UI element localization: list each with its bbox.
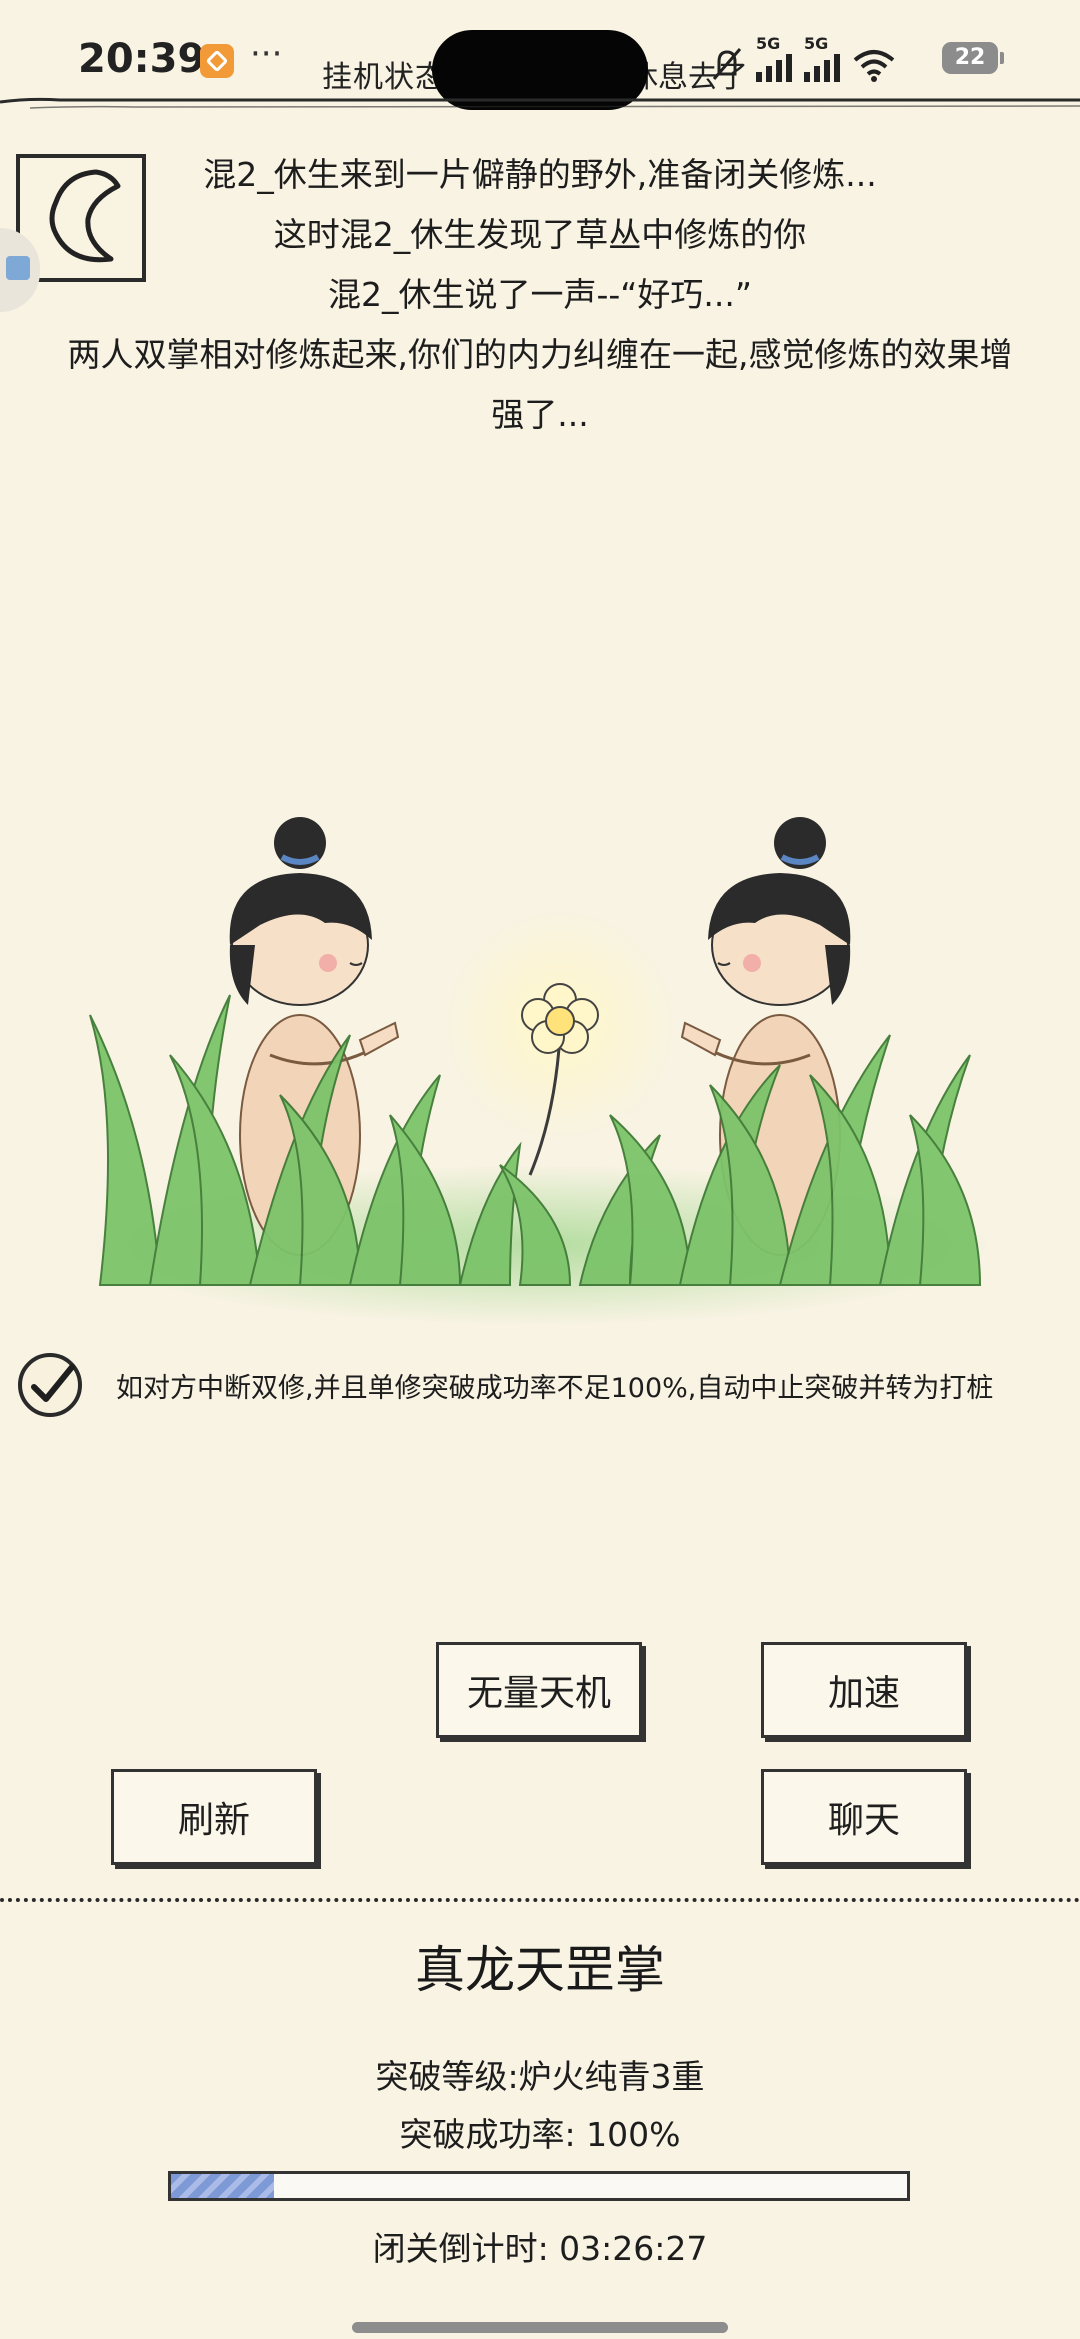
app-notification-icon: [200, 44, 234, 78]
signal-2-icon: 5G: [804, 34, 840, 82]
auto-stop-option[interactable]: 如对方中断双修,并且单修突破成功率不足100%,自动中止突破并转为打桩: [18, 1352, 993, 1418]
status-icons: 5G 5G: [710, 32, 896, 82]
battery-icon: 22: [942, 42, 1004, 74]
dual-cultivation-illustration: [89, 817, 990, 1325]
status-time: 20:39: [78, 36, 206, 82]
story-line: 混2_休生说了一声--“好巧...”: [328, 275, 752, 314]
chat-button[interactable]: 聊天: [761, 1769, 967, 1865]
signal-1-icon: 5G: [756, 34, 792, 82]
story-line: 混2_休生来到一片僻静的野外,准备闭关修炼...: [203, 155, 877, 194]
wifi-icon: [853, 50, 895, 82]
auto-stop-checkbox[interactable]: [18, 1353, 82, 1417]
story-line: 这时混2_休生发现了草丛中修炼的你: [273, 215, 807, 254]
breakthrough-level: 突破等级:炉火纯青3重: [375, 2057, 705, 2096]
header-title-left: 挂机状态: [322, 60, 446, 95]
speed-up-button[interactable]: 加速: [761, 1642, 967, 1738]
wuliang-tianji-button[interactable]: 无量天机: [436, 1642, 642, 1738]
auto-stop-label: 如对方中断双修,并且单修突破成功率不足100%,自动中止突破并转为打桩: [116, 1372, 994, 1404]
breakthrough-success-rate: 突破成功率: 100%: [399, 2115, 681, 2154]
skill-name: 真龙天罡掌: [415, 1941, 665, 1999]
home-indicator[interactable]: [352, 2322, 728, 2333]
section-divider: [0, 1898, 1080, 1902]
story-line: 强了...: [491, 395, 589, 434]
refresh-button[interactable]: 刷新: [111, 1769, 317, 1865]
progress-bar-fill: [171, 2174, 275, 2198]
story-text: 混2_休生来到一片僻静的野外,准备闭关修炼... 这时混2_休生发现了草丛中修炼…: [20, 145, 1060, 445]
progress-bar: [168, 2171, 910, 2201]
header-rule: [0, 97, 1080, 109]
seclusion-countdown: 闭关倒计时: 03:26:27: [372, 2229, 708, 2268]
more-notifications-icon: ···: [250, 34, 283, 74]
mute-icon: [712, 48, 742, 80]
story-line: 两人双掌相对修炼起来,你们的内力纠缠在一起,感觉修炼的效果增: [67, 335, 1013, 374]
checkmark-icon: [31, 1364, 75, 1402]
